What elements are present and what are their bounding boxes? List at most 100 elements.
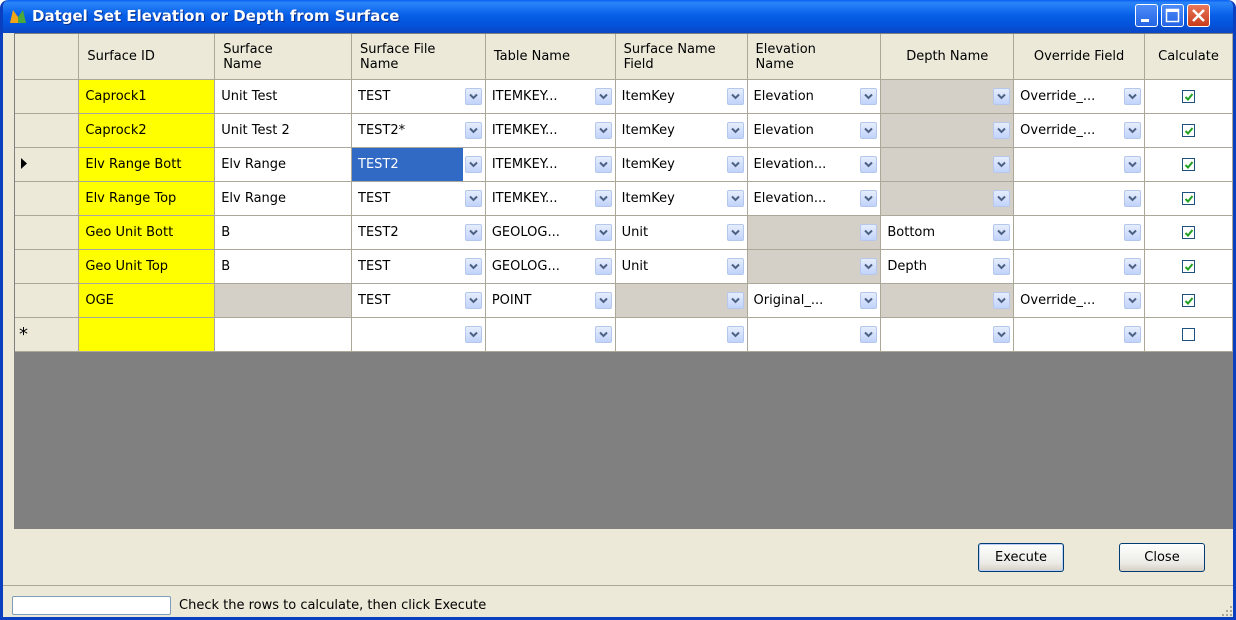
- combo-box[interactable]: [881, 318, 1012, 351]
- table-row[interactable]: OGE TEST POINT Original_... Override_...: [15, 283, 1233, 318]
- combo-box[interactable]: [486, 318, 614, 351]
- calculate-checkbox[interactable]: [1181, 259, 1195, 273]
- col-header-table-name[interactable]: Table Name: [485, 34, 616, 80]
- combo-box[interactable]: [881, 114, 1013, 147]
- cell-field-combo[interactable]: ItemKey: [615, 147, 748, 182]
- resize-grip-icon[interactable]: [1221, 605, 1233, 617]
- cell-calculate[interactable]: [1144, 317, 1233, 352]
- dropdown-arrow-button[interactable]: [726, 190, 744, 207]
- calculate-checkbox[interactable]: [1181, 191, 1195, 205]
- col-header-override-field[interactable]: Override Field: [1013, 34, 1145, 80]
- combo-box[interactable]: TEST: [352, 80, 484, 113]
- cell-surface-id[interactable]: Geo Unit Bott: [78, 215, 216, 250]
- combo-box[interactable]: Override_...: [1014, 80, 1143, 113]
- row-header[interactable]: [15, 283, 80, 318]
- cell-override-combo[interactable]: Override_...: [1013, 283, 1145, 318]
- cell-override-combo[interactable]: [1013, 317, 1145, 352]
- combo-box[interactable]: [881, 284, 1013, 317]
- combo-box[interactable]: [615, 284, 747, 317]
- table-row[interactable]: Caprock2 Unit Test 2 TEST2* ITEMKEY... ItemK…: [15, 113, 1233, 148]
- dropdown-arrow-button[interactable]: [464, 258, 482, 275]
- row-header[interactable]: [15, 181, 80, 216]
- cell-depth-combo[interactable]: Bottom: [880, 215, 1015, 250]
- calculate-checkbox[interactable]: [1181, 293, 1195, 307]
- cell-depth-combo[interactable]: [880, 113, 1015, 148]
- cell-surface-name[interactable]: Elv Range: [214, 147, 353, 182]
- dropdown-arrow-button[interactable]: [1124, 292, 1141, 309]
- new-row[interactable]: *: [15, 317, 1233, 352]
- cell-file-combo[interactable]: TEST2: [351, 147, 486, 182]
- dropdown-arrow-button[interactable]: [860, 292, 878, 309]
- cell-surface-id[interactable]: Elv Range Bott: [78, 147, 216, 182]
- combo-box[interactable]: TEST2*: [352, 114, 484, 147]
- close-window-button[interactable]: [1187, 4, 1210, 27]
- cell-depth-combo[interactable]: Depth: [880, 249, 1015, 284]
- cell-field-combo[interactable]: ItemKey: [615, 113, 748, 148]
- col-header-surface-id[interactable]: Surface ID: [78, 34, 216, 80]
- combo-box[interactable]: ITEMKEY...: [486, 182, 614, 215]
- cell-surface-id[interactable]: Caprock2: [78, 113, 216, 148]
- cell-calculate[interactable]: [1144, 283, 1233, 318]
- row-header[interactable]: [15, 147, 80, 182]
- dropdown-arrow-button[interactable]: [993, 122, 1011, 139]
- dropdown-arrow-button[interactable]: [860, 190, 878, 207]
- combo-box[interactable]: Elevation: [748, 114, 880, 147]
- cell-field-combo[interactable]: Unit: [615, 215, 748, 250]
- cell-file-combo[interactable]: TEST: [351, 181, 486, 216]
- row-header[interactable]: *: [15, 317, 80, 352]
- cell-field-combo[interactable]: ItemKey: [615, 79, 748, 114]
- dropdown-arrow-button[interactable]: [860, 258, 878, 275]
- dropdown-arrow-button[interactable]: [860, 122, 878, 139]
- cell-override-combo[interactable]: Override_...: [1013, 113, 1145, 148]
- cell-depth-combo[interactable]: [880, 283, 1015, 318]
- combo-box[interactable]: [881, 182, 1013, 215]
- cell-calculate[interactable]: [1144, 147, 1233, 182]
- dropdown-arrow-button[interactable]: [464, 292, 482, 309]
- cell-table-combo[interactable]: ITEMKEY...: [485, 147, 616, 182]
- cell-field-combo[interactable]: Unit: [615, 249, 748, 284]
- cell-calculate[interactable]: [1144, 215, 1233, 250]
- cell-file-combo[interactable]: TEST: [351, 249, 486, 284]
- combo-box[interactable]: Override_...: [1014, 284, 1143, 317]
- table-row[interactable]: Elv Range Bott Elv Range TEST2 ITEMKEY... It…: [15, 147, 1233, 182]
- combo-box[interactable]: [881, 148, 1013, 181]
- cell-elev-combo[interactable]: Elevation: [747, 79, 882, 114]
- calculate-checkbox[interactable]: [1181, 123, 1195, 137]
- combo-box[interactable]: TEST: [352, 250, 484, 283]
- combo-box[interactable]: [1014, 216, 1143, 249]
- cell-override-combo[interactable]: [1013, 249, 1145, 284]
- dropdown-arrow-button[interactable]: [993, 190, 1011, 207]
- cell-surface-name[interactable]: B: [214, 215, 353, 250]
- dropdown-arrow-button[interactable]: [726, 88, 744, 105]
- dropdown-arrow-button[interactable]: [464, 156, 482, 173]
- combo-box[interactable]: [1014, 182, 1143, 215]
- cell-surface-name[interactable]: Elv Range: [214, 181, 353, 216]
- corner-header[interactable]: [15, 34, 80, 80]
- dropdown-arrow-button[interactable]: [594, 190, 612, 207]
- combo-box[interactable]: [1014, 318, 1143, 351]
- combo-box[interactable]: TEST: [352, 182, 484, 215]
- cell-surface-id[interactable]: Geo Unit Top: [78, 249, 216, 284]
- combo-box[interactable]: [352, 318, 484, 351]
- cell-file-combo[interactable]: TEST2: [351, 215, 486, 250]
- dropdown-arrow-button[interactable]: [993, 224, 1011, 241]
- cell-calculate[interactable]: [1144, 79, 1233, 114]
- dropdown-arrow-button[interactable]: [726, 156, 744, 173]
- row-header[interactable]: [15, 79, 80, 114]
- table-row[interactable]: Elv Range Top Elv Range TEST ITEMKEY... Item…: [15, 181, 1233, 216]
- col-header-calculate[interactable]: Calculate: [1144, 34, 1233, 80]
- cell-table-combo[interactable]: GEOLOG...: [485, 215, 616, 250]
- cell-table-combo[interactable]: [485, 317, 616, 352]
- row-header[interactable]: [15, 113, 80, 148]
- cell-elev-combo[interactable]: Elevation...: [747, 181, 882, 216]
- col-header-elevation-name[interactable]: Elevation Name: [747, 34, 882, 80]
- combo-box[interactable]: Override_...: [1014, 114, 1143, 147]
- dropdown-arrow-button[interactable]: [726, 326, 744, 343]
- dropdown-arrow-button[interactable]: [726, 224, 744, 241]
- table-row[interactable]: Geo Unit Bott B TEST2 GEOLOG... Unit Bottom: [15, 215, 1233, 250]
- combo-box[interactable]: ITEMKEY...: [486, 148, 614, 181]
- cell-depth-combo[interactable]: [880, 147, 1015, 182]
- combo-box[interactable]: [747, 250, 880, 283]
- dropdown-arrow-button[interactable]: [993, 156, 1011, 173]
- cell-override-combo[interactable]: [1013, 215, 1145, 250]
